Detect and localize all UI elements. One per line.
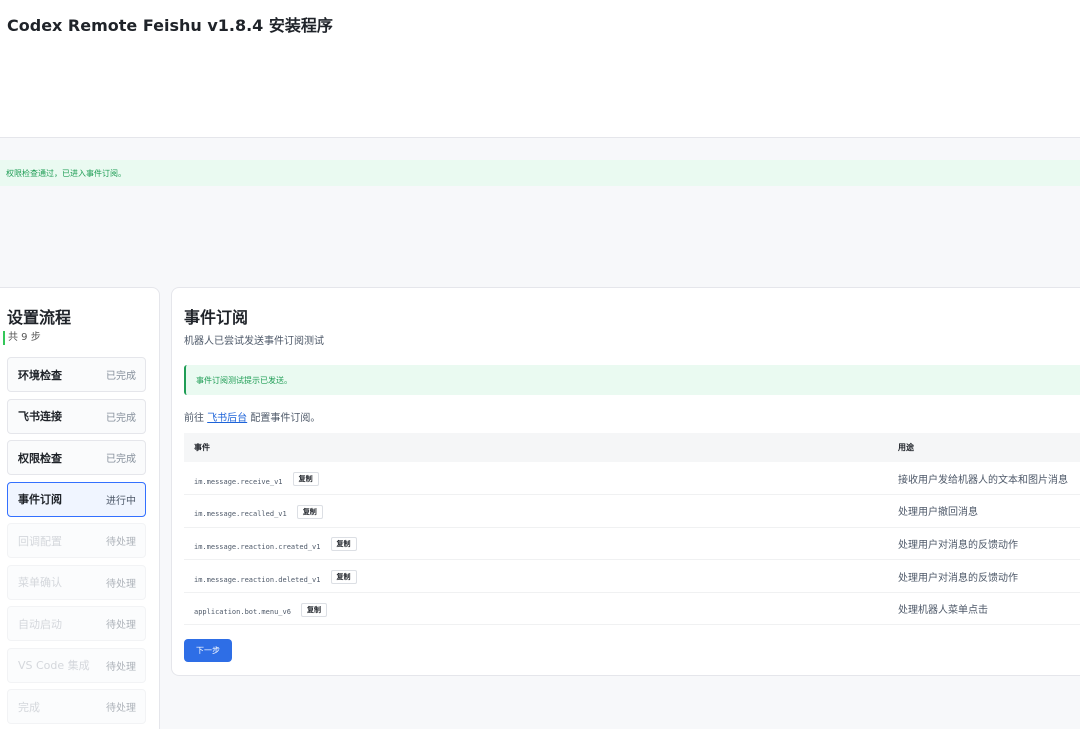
sidebar-title: 设置流程 [7, 308, 72, 327]
step-status: 待处理 [106, 578, 136, 590]
step-name: 自动启动 [18, 617, 62, 631]
usage-cell: 处理用户对消息的反馈动作 [898, 527, 1080, 561]
copy-button[interactable]: 复制 [330, 537, 357, 552]
permission-notice: 权限检查通过，已进入事件订阅。 [0, 160, 1080, 186]
step-status: 已完成 [106, 371, 136, 382]
event-cell: im.message.receive_v1 复制 [184, 462, 898, 496]
event-name: application.bot.menu_v6 [194, 608, 291, 617]
next-step-button[interactable]: 下一步 [184, 639, 232, 662]
step-status: 已完成 [106, 454, 136, 465]
step-name: VS Code 集成 [18, 659, 90, 672]
usage-cell: 处理用户撤回消息 [898, 494, 1080, 528]
usage-cell: 接收用户发给机器人的文本和图片消息 [898, 462, 1080, 496]
step-status: 进行中 [106, 495, 136, 507]
table-row: application.bot.menu_v6 复制 处理机器人菜单点击 [184, 592, 1080, 626]
event-name: im.message.receive_v1 [194, 477, 283, 486]
table-row: im.message.reaction.deleted_v1 复制 处理用户对消… [184, 559, 1080, 593]
goto-suffix: 配置事件订阅。 [250, 413, 321, 424]
step-event-subscription[interactable]: 事件订阅 进行中 [7, 481, 146, 517]
copy-button[interactable]: 复制 [292, 472, 319, 487]
step-status: 待处理 [106, 620, 136, 631]
step-feishu-connection[interactable]: 飞书连接 已完成 [7, 398, 146, 434]
event-cell: im.message.reaction.deleted_v1 复制 [184, 559, 898, 593]
goto-prefix: 前往 [184, 413, 204, 424]
step-auto-start: 自动启动 待处理 [7, 606, 146, 641]
event-name: im.message.reaction.created_v1 [194, 542, 321, 551]
main-panel: 事件订阅 机器人已尝试发送事件订阅测试 事件订阅测试提示已发送。 前往 飞书后台… [171, 287, 1080, 676]
step-name: 回调配置 [18, 534, 62, 548]
step-name: 完成 [18, 700, 40, 714]
copy-button[interactable]: 复制 [330, 570, 357, 585]
step-list: 环境检查 已完成 飞书连接 已完成 权限检查 已完成 事件订阅 进行中 回调配置… [7, 357, 146, 729]
step-name: 权限检查 [18, 451, 62, 465]
step-status: 待处理 [106, 661, 136, 673]
event-cell: application.bot.menu_v6 复制 [184, 592, 898, 626]
event-cell: im.message.recalled_v1 复制 [184, 494, 898, 528]
step-menu-confirm: 菜单确认 待处理 [7, 564, 146, 600]
column-header-event: 事件 [194, 443, 210, 452]
column-header-usage: 用途 [898, 443, 914, 452]
usage-cell: 处理机器人菜单点击 [898, 592, 1080, 626]
step-finish: 完成 待处理 [7, 689, 146, 724]
step-status: 待处理 [106, 537, 136, 548]
usage-cell: 处理用户对消息的反馈动作 [898, 559, 1080, 593]
step-environment-check[interactable]: 环境检查 已完成 [7, 357, 146, 392]
table-row: im.message.receive_v1 复制 接收用户发给机器人的文本和图片… [184, 462, 1080, 496]
copy-button[interactable]: 复制 [296, 504, 323, 519]
event-name: im.message.reaction.deleted_v1 [194, 575, 321, 584]
step-name: 环境检查 [18, 368, 62, 382]
events-table: 事件 用途 im.message.receive_v1 复制 接收用户发给机器人… [184, 433, 1080, 626]
setup-sidebar: 设置流程 共 9 步 环境检查 已完成 飞书连接 已完成 权限检查 已完成 事件… [0, 287, 160, 729]
event-name: im.message.recalled_v1 [194, 510, 287, 519]
feishu-console-link[interactable]: 飞书后台 [207, 413, 247, 424]
table-row: im.message.recalled_v1 复制 处理用户撤回消息 [184, 494, 1080, 528]
header-bar: Codex Remote Feishu v1.8.4 安装程序 [0, 0, 1080, 138]
table-header-row: 事件 用途 [184, 433, 1080, 462]
event-cell: im.message.reaction.created_v1 复制 [184, 527, 898, 561]
copy-button[interactable]: 复制 [301, 602, 328, 617]
table-row: im.message.reaction.created_v1 复制 处理用户对消… [184, 527, 1080, 561]
step-name: 菜单确认 [18, 576, 62, 589]
goto-instruction: 前往 飞书后台 配置事件订阅。 [184, 409, 320, 424]
step-count: 共 9 步 [3, 331, 41, 345]
page-subtitle: 机器人已尝试发送事件订阅测试 [184, 336, 324, 347]
step-callback-config: 回调配置 待处理 [7, 523, 146, 558]
page-title: 事件订阅 [184, 308, 249, 327]
step-permission-check[interactable]: 权限检查 已完成 [7, 440, 146, 475]
app-title: Codex Remote Feishu v1.8.4 安装程序 [7, 16, 333, 35]
step-vscode-integration: VS Code 集成 待处理 [7, 647, 146, 683]
step-status: 待处理 [106, 703, 136, 714]
step-name: 事件订阅 [18, 493, 62, 506]
step-status: 已完成 [106, 412, 136, 424]
step-name: 飞书连接 [18, 410, 62, 423]
success-message: 事件订阅测试提示已发送。 [184, 365, 1080, 395]
